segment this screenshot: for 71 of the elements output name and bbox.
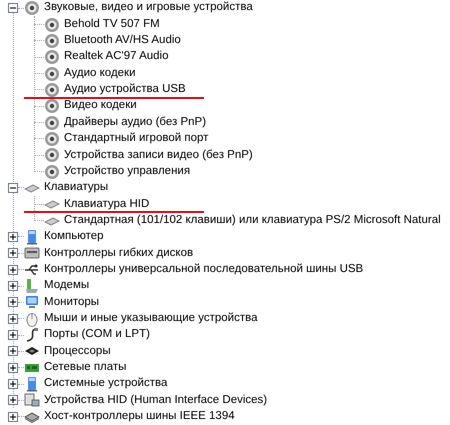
tree-item[interactable]: Модемы [44,280,90,292]
minus-icon [10,5,16,12]
tree-item[interactable]: Контроллеры универсальной последовательной шины USB [44,264,364,276]
tree-item[interactable]: Устройства записи видео (без PnP) [64,150,253,162]
collapse-toggle[interactable] [8,3,18,14]
minus-icon [10,184,16,191]
tree-item[interactable]: Клавиатуры [44,182,108,194]
expand-toggle[interactable] [8,362,18,373]
tree-item[interactable]: Хост-контроллеры шины IEEE 1394 [44,411,235,423]
expand-toggle[interactable] [8,232,18,242]
speaker-icon [44,16,60,33]
tree-item[interactable]: Порты (COM и LPT) [44,329,150,341]
tree-item[interactable]: Контроллеры гибких дисков [44,248,194,260]
speaker-icon [44,164,60,180]
collapse-toggle[interactable] [8,182,18,193]
tree-item[interactable]: Bluetooth AV/HS Audio [64,35,181,47]
tree-item[interactable]: Видео кодеки [64,100,137,112]
expand-toggle[interactable] [8,314,18,324]
speaker-icon [44,98,60,114]
expand-toggle[interactable] [8,346,18,356]
tree-item[interactable]: Стандартный игровой порт [64,133,208,145]
tree-item[interactable]: Компьютер [44,231,104,243]
tree-item[interactable]: Звуковые, видео и игровые устройства [44,2,253,14]
plus-icon [10,381,16,388]
tree-item[interactable]: Behold TV 507 FM [64,18,160,30]
plus-icon [10,266,16,273]
speaker-icon [44,130,60,147]
drive-icon [24,245,40,262]
expand-toggle[interactable] [8,412,18,422]
expand-toggle[interactable] [8,248,18,258]
plus-icon [10,283,16,290]
expand-toggle[interactable] [8,330,18,340]
tree-item[interactable]: Устройство управления [64,166,190,178]
tree-item[interactable]: Аудио кодеки [64,68,136,80]
computer-icon [24,228,40,245]
plus-icon [10,332,16,338]
tree-item[interactable]: Мониторы [44,296,100,308]
speaker-icon [44,32,60,49]
tree-item[interactable]: Realtek AC'97 Audio [64,51,168,63]
speaker-icon [24,0,40,16]
tree-item[interactable]: Устройства HID (Human Interface Devices) [44,394,268,406]
tree-item[interactable]: Аудио устройства USB [64,84,186,96]
expand-toggle[interactable] [8,379,18,390]
tree-item[interactable]: Драйверы аудио (без PnP) [64,116,206,128]
plus-icon [10,234,16,240]
tree-item[interactable]: Мыши и иные указывающие устройства [44,312,258,324]
plus-icon [10,348,16,354]
cable-icon [24,327,40,344]
plus-icon [10,397,16,404]
speaker-icon [44,82,60,98]
tree-item[interactable]: Клавиатура HID [64,198,150,210]
tree-item[interactable]: Сетевые платы [44,362,126,374]
computer-icon [24,376,40,392]
expand-toggle[interactable] [8,297,18,308]
expand-toggle[interactable] [8,264,18,275]
expand-toggle[interactable] [8,395,18,406]
plus-icon [10,364,16,371]
plus-icon [10,414,16,420]
monitor-icon [24,294,40,310]
speaker-icon [44,49,60,66]
speaker-icon [44,147,60,164]
plus-icon [10,299,16,306]
plus-icon [10,316,16,322]
tree-item[interactable]: Стандартная (101/102 клавиши) или клавиатура PS/2 Microsoft Natural [64,214,441,226]
speaker-icon [44,66,60,82]
tree-item[interactable]: Процессоры [44,346,111,358]
expand-toggle[interactable] [8,281,18,292]
speaker-icon [44,114,60,131]
mouse-icon [24,310,40,327]
tree-item[interactable]: Системные устройства [44,378,168,390]
plus-icon [10,250,16,256]
